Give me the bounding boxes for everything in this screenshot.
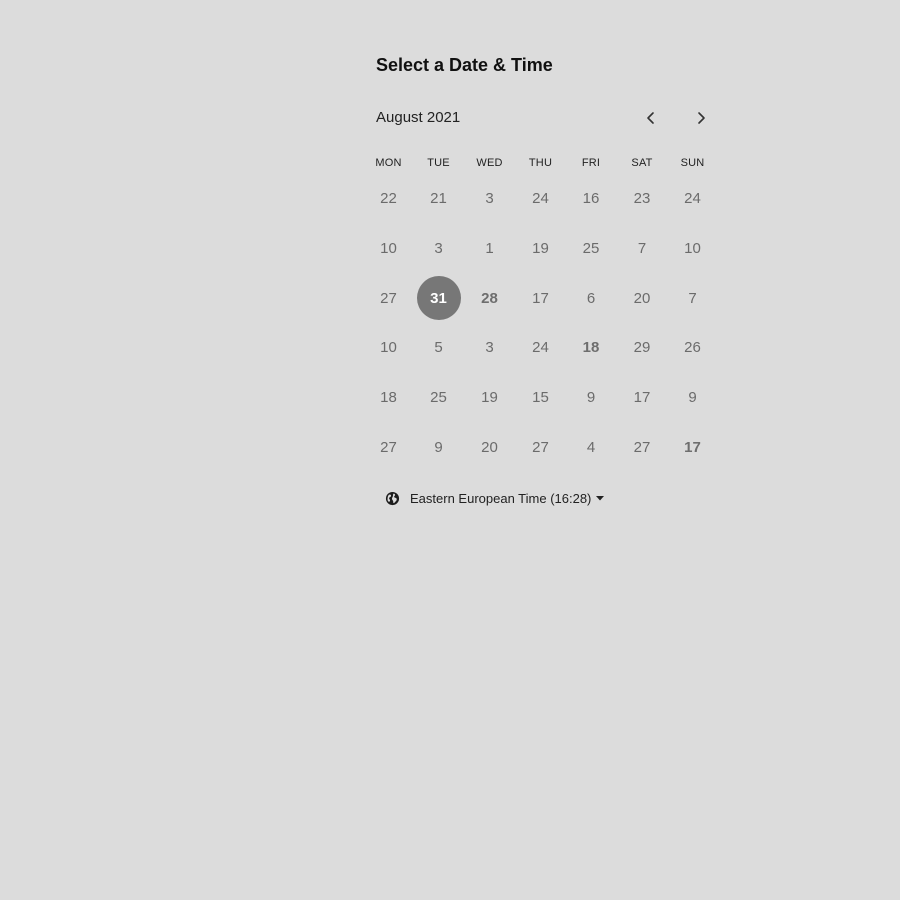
calendar-day: 3 [485, 338, 494, 356]
calendar-day: 7 [637, 239, 647, 257]
calendar-day: 18 [380, 388, 397, 406]
calendar-day: 17 [532, 289, 549, 307]
calendar-day: 15 [532, 388, 549, 406]
caret-down-icon [596, 495, 605, 501]
calendar-day: 20 [481, 438, 498, 456]
timezone-label: Eastern European Time (16:28) [410, 490, 592, 506]
calendar-day: 27 [380, 289, 397, 307]
calendar-day: 10 [684, 239, 701, 257]
calendar-day: 17 [633, 388, 651, 406]
calendar-day: 25 [430, 388, 447, 406]
calendar-day: 19 [532, 239, 549, 257]
available-date-button[interactable]: 28 [468, 276, 512, 320]
globe-icon [384, 490, 400, 506]
calendar-day: 9 [688, 388, 697, 406]
calendar-day: 19 [481, 388, 498, 406]
calendar-day: 3 [485, 189, 494, 207]
calendar-day: 9 [434, 438, 443, 456]
calendar-day: 24 [684, 189, 701, 207]
calendar-day: 10 [380, 239, 397, 257]
calendar-day: 27 [380, 438, 397, 456]
calendar-day: 7 [688, 289, 697, 307]
calendar-day: 27 [633, 438, 651, 456]
calendar-day: 4 [586, 438, 596, 456]
calendar-day: 27 [532, 438, 549, 456]
calendar-day: 21 [430, 189, 447, 207]
selected-date-button[interactable]: 31 [416, 276, 461, 320]
calendar-day: 3 [434, 239, 443, 257]
calendar-day: 24 [532, 338, 549, 356]
calendar-day: 29 [633, 338, 651, 356]
calendar-day: 22 [380, 189, 397, 207]
calendar-day: 20 [633, 289, 651, 307]
scheduler-panel: Select a Date & Time August 2021 MON TUE W… [375, 0, 716, 540]
calendar-day: 23 [633, 189, 651, 207]
available-date-button[interactable]: 18 [569, 325, 613, 369]
calendar-day: 10 [380, 338, 397, 356]
calendar-day: 1 [485, 239, 494, 257]
calendar-day: 5 [434, 338, 443, 356]
calendar-day: 16 [582, 189, 600, 207]
calendar-day: 25 [582, 239, 600, 257]
calendar-day: 24 [532, 189, 549, 207]
calendar-grid: 22 21 3 24 16 23 24 10 3 1 19 25 7 10 27 31 28 17 6 20 7 10 5 3… [376, 0, 732, 480]
available-date-button[interactable]: 17 [671, 425, 715, 469]
calendar-day: 6 [586, 289, 596, 307]
calendar-day: 26 [684, 338, 701, 356]
calendar-day: 9 [586, 388, 596, 406]
timezone-selector[interactable]: Eastern European Time (16:28) [384, 488, 605, 508]
